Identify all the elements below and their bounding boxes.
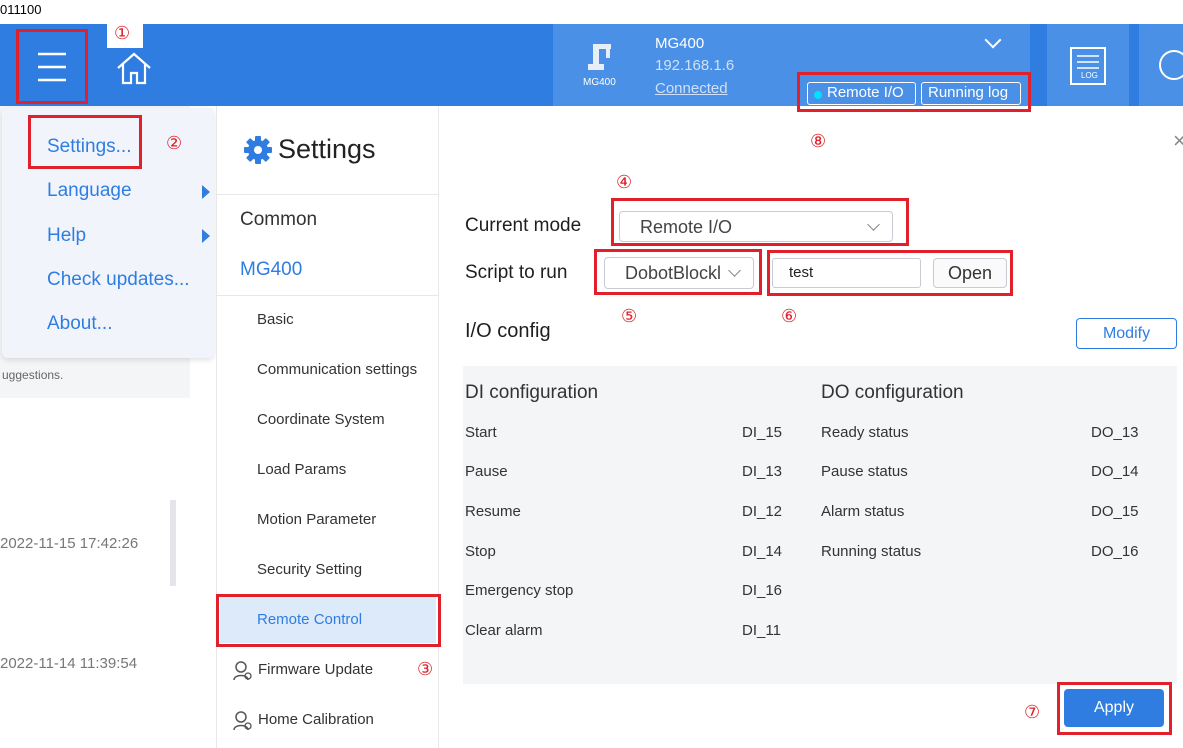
di-port: DI_12 xyxy=(742,503,783,520)
di-header: DI configuration xyxy=(465,382,599,403)
annotation-3: ③ xyxy=(417,659,434,680)
window-title: 011100 xyxy=(0,2,42,17)
io-config-panel: DI configuration DO configuration Start … xyxy=(463,366,1177,684)
modify-button[interactable]: Modify xyxy=(1076,318,1177,349)
annotation-5: ⑤ xyxy=(621,306,638,327)
home-icon xyxy=(117,52,151,85)
nav-firmware-update[interactable]: Firmware Update xyxy=(258,661,373,678)
nav-load-params[interactable]: Load Params xyxy=(257,461,346,478)
partial-circle-icon xyxy=(1159,50,1183,80)
log-button[interactable]: LOG xyxy=(1047,24,1129,106)
menu-item-language[interactable]: Language xyxy=(47,180,132,202)
background-text: uggestions. xyxy=(2,368,64,382)
annotation-7: ⑦ xyxy=(1024,702,1041,723)
robot-arm-icon xyxy=(578,38,618,74)
di-port: DI_13 xyxy=(742,463,783,480)
do-name: Running status xyxy=(821,543,922,560)
extra-button[interactable] xyxy=(1139,24,1183,106)
annotation-box-8 xyxy=(797,72,1031,112)
di-name: Start xyxy=(465,424,497,441)
annotation-1: ① xyxy=(114,23,131,44)
user-icon xyxy=(233,661,252,681)
nav-coordinate-system[interactable]: Coordinate System xyxy=(257,411,385,428)
annotation-box-2 xyxy=(28,115,142,169)
do-port: DO_13 xyxy=(1091,424,1139,441)
scroll-track xyxy=(170,500,176,586)
io-config-title: I/O config xyxy=(465,320,551,342)
annotation-box-6 xyxy=(767,250,1013,296)
do-name: Pause status xyxy=(821,463,908,480)
background-date-2: 2022-11-14 11:39:54 xyxy=(0,655,138,672)
device-icon-label: MG400 xyxy=(583,77,616,88)
nav-motion-parameter[interactable]: Motion Parameter xyxy=(257,511,376,528)
do-port: DO_16 xyxy=(1091,543,1139,560)
background-date-1: 2022-11-15 17:42:26 xyxy=(0,535,139,552)
di-name: Resume xyxy=(465,503,521,520)
annotation-6: ⑥ xyxy=(781,306,798,327)
di-port: DI_16 xyxy=(742,582,783,599)
annotation-4: ④ xyxy=(616,172,633,193)
submenu-arrow-icon xyxy=(202,229,210,243)
gear-icon xyxy=(243,135,273,165)
do-port: DO_15 xyxy=(1091,503,1139,520)
nav-communication-settings[interactable]: Communication settings xyxy=(257,361,417,378)
annotation-box-4 xyxy=(611,198,909,246)
nav-common[interactable]: Common xyxy=(240,209,317,231)
di-name: Stop xyxy=(465,543,496,560)
submenu-arrow-icon xyxy=(202,185,210,199)
annotation-2: ② xyxy=(166,133,183,154)
log-icon-label: LOG xyxy=(1081,71,1098,80)
annotation-box-3 xyxy=(216,594,441,647)
di-port: DI_14 xyxy=(742,543,783,560)
nav-device-group[interactable]: MG400 xyxy=(240,259,302,281)
nav-home-calibration[interactable]: Home Calibration xyxy=(258,711,374,728)
connection-status[interactable]: Connected xyxy=(655,80,728,97)
menu-item-check-updates[interactable]: Check updates... xyxy=(47,269,190,291)
do-name: Ready status xyxy=(821,424,909,441)
user-icon xyxy=(233,711,252,731)
annotation-box-7 xyxy=(1057,682,1172,735)
divider xyxy=(216,194,439,195)
di-name: Emergency stop xyxy=(465,582,574,599)
device-ip: 192.168.1.6 xyxy=(655,57,735,74)
window-title-strip: 011100 xyxy=(0,0,1183,24)
log-icon xyxy=(1070,47,1106,85)
current-mode-label: Current mode xyxy=(465,215,582,236)
nav-basic[interactable]: Basic xyxy=(257,311,294,328)
di-port: DI_11 xyxy=(742,622,781,639)
di-name: Pause xyxy=(465,463,508,480)
di-name: Clear alarm xyxy=(465,622,543,639)
script-to-run-label: Script to run xyxy=(465,262,568,283)
annotation-box-1 xyxy=(16,29,88,104)
annotation-box-5 xyxy=(594,249,762,295)
do-name: Alarm status xyxy=(821,503,905,520)
divider xyxy=(216,295,439,296)
do-header: DO configuration xyxy=(821,382,964,403)
nav-security-setting[interactable]: Security Setting xyxy=(257,561,362,578)
home-button[interactable] xyxy=(112,48,156,88)
annotation-8: ⑧ xyxy=(810,131,827,152)
close-icon[interactable]: × xyxy=(1173,128,1183,154)
do-port: DO_14 xyxy=(1091,463,1139,480)
di-port: DI_15 xyxy=(742,424,783,441)
menu-item-help[interactable]: Help xyxy=(47,225,86,247)
menu-item-about[interactable]: About... xyxy=(47,313,113,335)
settings-title: Settings xyxy=(278,134,376,164)
device-name: MG400 xyxy=(655,35,705,52)
